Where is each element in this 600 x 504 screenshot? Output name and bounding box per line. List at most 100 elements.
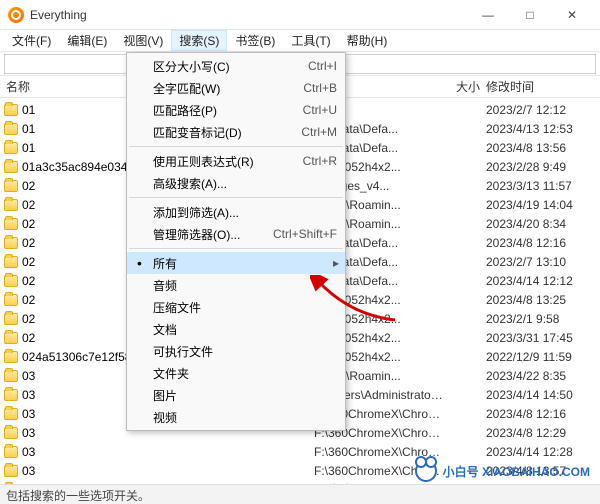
col-size[interactable]: 大小 [444,78,480,95]
menu-item-label: 全字匹配(W) [153,80,303,97]
row-date: 2023/2/7 13:10 [480,255,600,269]
menu-separator [129,248,343,249]
menu-item[interactable]: 文件夹 [127,362,345,384]
folder-icon [4,332,18,344]
menu-separator [129,146,343,147]
folder-icon [4,351,18,363]
menu-item-label: 所有 [153,255,337,272]
row-date: 2023/3/31 17:45 [480,331,600,345]
menu-item-label: 音频 [153,277,337,294]
menu-item-label: 添加到筛选(A)... [153,204,337,221]
folder-icon [4,218,18,230]
menu-item-label: 区分大小写(C) [153,58,308,75]
folder-icon [4,313,18,325]
menu-item[interactable]: 书签(B) [227,30,283,51]
row-date: 2023/2/7 12:12 [480,103,600,117]
folder-icon [4,142,18,154]
folder-icon [4,370,18,382]
folder-icon [4,199,18,211]
menu-item-label: 视频 [153,409,337,426]
row-date: 2023/4/19 14:04 [480,198,600,212]
folder-icon [4,237,18,249]
menu-item-shortcut: Ctrl+R [303,154,337,168]
window-title: Everything [30,8,468,22]
menu-item-shortcut: Ctrl+U [303,103,337,117]
menu-item[interactable]: 搜索(S) [171,30,227,51]
folder-icon [4,123,18,135]
menu-item-shortcut: Ctrl+M [301,125,337,139]
watermark-icon [415,460,437,482]
row-date: 2023/4/8 12:29 [480,426,600,440]
row-date: 2023/4/8 12:16 [480,407,600,421]
menu-item[interactable]: 可执行文件 [127,340,345,362]
folder-icon [4,256,18,268]
menu-item-label: 图片 [153,387,337,404]
menu-item-label: 使用正则表达式(R) [153,153,303,170]
menu-item[interactable]: 音频 [127,274,345,296]
row-date: 2023/3/13 11:57 [480,179,600,193]
menu-separator [129,197,343,198]
row-date: 2023/4/20 8:34 [480,217,600,231]
menu-item[interactable]: 区分大小写(C)Ctrl+I [127,55,345,77]
menu-item[interactable]: 使用正则表达式(R)Ctrl+R [127,150,345,172]
menu-item[interactable]: 文档 [127,318,345,340]
titlebar: Everything — □ ✕ [0,0,600,30]
folder-icon [4,446,18,458]
menu-item[interactable]: 全字匹配(W)Ctrl+B [127,77,345,99]
row-date: 2023/4/13 12:53 [480,122,600,136]
row-date: 2023/4/8 13:56 [480,141,600,155]
menu-item-label: 匹配路径(P) [153,102,303,119]
menu-item[interactable]: 编辑(E) [59,30,115,51]
app-icon [8,7,24,23]
row-date: 2023/4/8 12:16 [480,236,600,250]
folder-icon [4,389,18,401]
menu-item[interactable]: 工具(T) [283,30,338,51]
row-date: 2023/4/14 12:28 [480,445,600,459]
minimize-button[interactable]: — [468,3,508,27]
menu-item[interactable]: 匹配路径(P)Ctrl+U [127,99,345,121]
menu-item[interactable]: 高级搜索(A)... [127,172,345,194]
status-bar: 包括搜索的一些选项开关。 [0,484,600,504]
menu-item-label: 文件夹 [153,365,337,382]
menu-item-shortcut: Ctrl+Shift+F [273,227,337,241]
folder-icon [4,104,18,116]
menu-item[interactable]: 所有 [127,252,345,274]
menu-item-shortcut: Ctrl+I [308,59,337,73]
menu-item[interactable]: 匹配变音标记(D)Ctrl+M [127,121,345,143]
menu-item[interactable]: 视图(V) [115,30,171,51]
row-date: 2023/2/1 9:58 [480,312,600,326]
row-date: 2023/2/28 9:49 [480,160,600,174]
menubar: 文件(F)编辑(E)视图(V)搜索(S)书签(B)工具(T)帮助(H) [0,30,600,52]
folder-icon [4,161,18,173]
maximize-button[interactable]: □ [510,3,550,27]
folder-icon [4,294,18,306]
row-date: 2023/4/14 14:50 [480,388,600,402]
menu-item-shortcut: Ctrl+B [303,81,337,95]
folder-icon [4,275,18,287]
table-row[interactable]: 03F:\360ChromeX\Chrome\User Data\Defa...… [0,442,600,461]
row-date: 2023/4/22 8:35 [480,369,600,383]
menu-item-label: 匹配变音标记(D) [153,124,301,141]
menu-item[interactable]: 添加到筛选(A)... [127,201,345,223]
menu-item-label: 高级搜索(A)... [153,175,337,192]
row-date: 2023/4/8 13:25 [480,293,600,307]
menu-item[interactable]: 管理筛选器(O)...Ctrl+Shift+F [127,223,345,245]
watermark: 小白号 XIAOBAIHAO.COM [415,460,590,482]
menu-item[interactable]: 视频 [127,406,345,428]
menu-item-label: 可执行文件 [153,343,337,360]
watermark-text: 小白号 XIAOBAIHAO.COM [443,463,590,480]
menu-item-label: 压缩文件 [153,299,337,316]
close-button[interactable]: ✕ [552,3,592,27]
menu-item[interactable]: 帮助(H) [339,30,396,51]
row-date: 2023/4/14 12:12 [480,274,600,288]
folder-icon [4,427,18,439]
menu-item-label: 管理筛选器(O)... [153,226,273,243]
search-menu: 区分大小写(C)Ctrl+I全字匹配(W)Ctrl+B匹配路径(P)Ctrl+U… [126,52,346,431]
menu-item[interactable]: 文件(F) [4,30,59,51]
menu-item[interactable]: 图片 [127,384,345,406]
folder-icon [4,180,18,192]
row-date: 2022/12/9 11:59 [480,350,600,364]
folder-icon [4,465,18,477]
col-date[interactable]: 修改时间 [480,78,600,95]
menu-item[interactable]: 压缩文件 [127,296,345,318]
